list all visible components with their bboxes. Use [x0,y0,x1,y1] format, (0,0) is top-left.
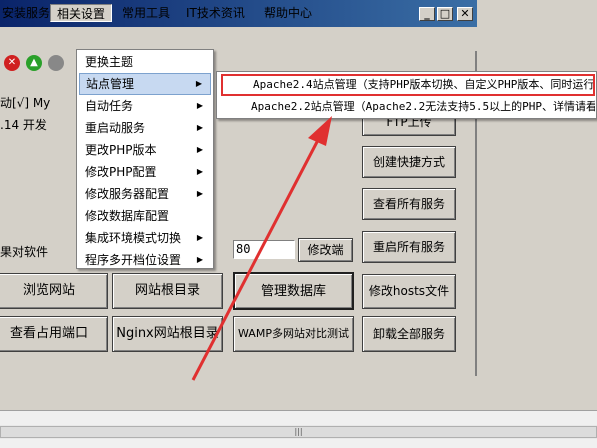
maximize-button[interactable]: □ [437,7,453,21]
menu-bar [0,27,477,51]
site-root-button[interactable]: 网站根目录 [112,273,223,309]
menu-item-label: 站点管理 [86,77,135,91]
menu-item-multi-instance[interactable]: 程序多开档位设置 ▶ [79,249,211,271]
menu-item-auto-task[interactable]: 自动任务 ▶ [79,95,211,117]
port-input[interactable]: 80 [233,240,295,259]
manage-database-button[interactable]: 管理数据库 [233,272,354,310]
nginx-root-button[interactable]: Nginx网站根目录 [112,316,223,352]
submenu-item-apache24[interactable]: Apache2.4站点管理（支持PHP版本切换、自定义PHP版本、同时运行 [221,74,595,96]
menu-item-label: 集成环境模式切换 [85,231,182,245]
menu-tools[interactable]: 常用工具 [116,4,176,22]
service-status-text: 动[√] My [0,96,51,110]
create-shortcut-button[interactable]: 创建快捷方式 [362,146,456,178]
status-icon [48,55,64,71]
menu-item-label: 修改服务器配置 [85,187,170,201]
stop-icon[interactable]: ✕ [4,55,20,71]
view-ports-button[interactable]: 查看占用端口 [0,316,108,352]
uninstall-all-button[interactable]: 卸载全部服务 [362,316,456,352]
menu-item-label: 重启动服务 [85,121,146,135]
menu-item-label: 修改PHP配置 [85,165,157,179]
scrollbar-thumb[interactable]: ||| [0,426,597,438]
menu-item-db-config[interactable]: 修改数据库配置 [79,205,211,227]
menu-item-change-theme[interactable]: 更换主题 [79,51,211,73]
submenu-arrow-icon: ▶ [196,145,203,154]
submenu-arrow-icon: ▶ [196,255,203,264]
menu-item-site-manage[interactable]: 站点管理 ▶ [79,73,211,95]
menu-item-label: 自动任务 [85,99,134,113]
submenu-arrow-icon: ▶ [195,79,202,88]
horizontal-scrollbar[interactable]: ||| [0,425,597,439]
menu-settings[interactable]: 相关设置 [50,4,113,22]
menu-it-news[interactable]: IT技术资讯 [180,4,251,22]
menu-item-php-config[interactable]: 修改PHP配置 ▶ [79,161,211,183]
edit-hosts-button[interactable]: 修改hosts文件 [362,274,456,309]
minimize-button[interactable]: _ [419,7,435,21]
settings-dropdown: 更换主题 站点管理 ▶ 自动任务 ▶ 重启动服务 ▶ 更改PHP版本 ▶ 修改PHP配置… [76,49,214,269]
edit-port-button[interactable]: 修改端 [298,238,353,262]
browse-site-button[interactable]: 浏览网站 [0,273,108,309]
submenu-arrow-icon: ▶ [196,123,203,132]
menu-item-server-config[interactable]: 修改服务器配置 ▶ [79,183,211,205]
menu-item-label: 程序多开档位设置 [85,253,182,267]
site-manage-submenu: Apache2.4站点管理（支持PHP版本切换、自定义PHP版本、同时运行 Ap… [216,71,597,119]
submenu-arrow-icon: ▶ [196,101,203,110]
view-all-services-button[interactable]: 查看所有服务 [362,188,456,220]
menu-item-env-mode[interactable]: 集成环境模式切换 ▶ [79,227,211,249]
menu-item-label: 更改PHP版本 [85,143,157,157]
submenu-arrow-icon: ▶ [196,167,203,176]
restart-all-services-button[interactable]: 重启所有服务 [362,231,456,263]
menu-item-label: 修改数据库配置 [85,209,170,223]
menu-item-change-php[interactable]: 更改PHP版本 ▶ [79,139,211,161]
info-label: 果对软件 [0,245,49,259]
menu-item-restart-service[interactable]: 重启动服务 ▶ [79,117,211,139]
submenu-item-apache22[interactable]: Apache2.2站点管理（Apache2.2无法支持5.5以上的PHP、详情请… [221,96,595,118]
start-icon[interactable]: ▲ [26,55,42,71]
version-text: .14 开发 [0,118,47,132]
submenu-arrow-icon: ▶ [196,233,203,242]
menu-install-services[interactable]: 安装服务 [0,4,56,22]
close-button[interactable]: ✕ [457,7,473,21]
submenu-arrow-icon: ▶ [196,189,203,198]
wamp-compare-button[interactable]: WAMP多网站对比测试 [233,316,354,352]
menu-help[interactable]: 帮助中心 [258,4,318,22]
menu-item-label: 更换主题 [85,55,134,69]
